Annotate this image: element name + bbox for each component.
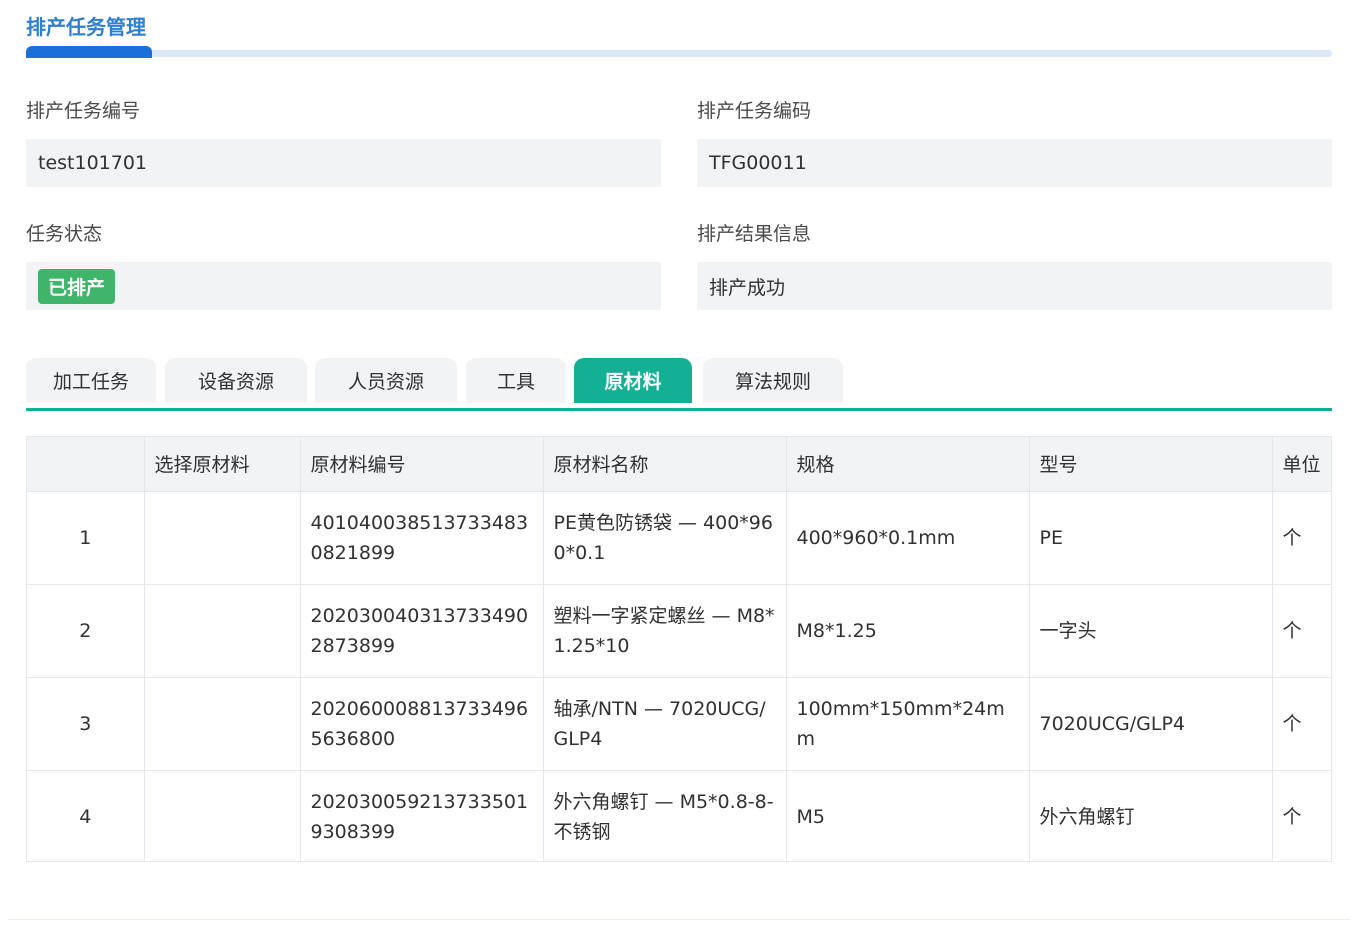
row-unit: 个 xyxy=(1272,677,1331,771)
header-select: 选择原材料 xyxy=(144,437,301,492)
row-name: 轴承/NTN — 7020UCG/GLP4 xyxy=(543,677,787,771)
row-model: 一字头 xyxy=(1029,584,1273,678)
header-underline-active xyxy=(26,46,152,58)
table-row[interactable]: 2 2020300403137334902873899 塑料一字紧定螺丝 — M… xyxy=(27,584,1331,678)
status-badge: 已排产 xyxy=(38,268,116,304)
tab-equipment-resources[interactable]: 设备资源 xyxy=(165,358,307,403)
row-unit: 个 xyxy=(1272,770,1331,861)
tab-processing-tasks[interactable]: 加工任务 xyxy=(26,358,156,403)
page-header: 排产任务管理 xyxy=(26,0,1332,60)
row-name: 塑料一字紧定螺丝 — M8*1.25*10 xyxy=(543,584,787,678)
row-name: PE黄色防锈袋 — 400*960*0.1 xyxy=(543,491,787,585)
tab-personnel-resources[interactable]: 人员资源 xyxy=(315,358,457,403)
result-input[interactable]: 排产成功 xyxy=(697,262,1332,310)
row-spec: 400*960*0.1mm xyxy=(786,491,1030,585)
raw-material-table: 选择原材料 原材料编号 原材料名称 规格 型号 单位 1 40104003851… xyxy=(26,436,1332,862)
tab-algorithm-rules[interactable]: 算法规则 xyxy=(703,358,843,403)
task-no-input[interactable]: test101701 xyxy=(26,139,661,187)
header-code: 原材料编号 xyxy=(300,437,544,492)
row-select-cell[interactable] xyxy=(144,491,301,585)
row-index: 2 xyxy=(27,584,145,678)
footer-divider xyxy=(8,919,1350,920)
tab-bar: 加工任务 设备资源 人员资源 工具 原材料 算法规则 xyxy=(26,356,1332,412)
table-header-row: 选择原材料 原材料编号 原材料名称 规格 型号 单位 xyxy=(27,437,1331,492)
task-code-label: 排产任务编码 xyxy=(697,100,812,122)
row-code: 4010400385137334830821899 xyxy=(300,491,544,585)
row-model: 7020UCG/GLP4 xyxy=(1029,677,1273,771)
result-label: 排产结果信息 xyxy=(697,223,812,245)
header-spec: 规格 xyxy=(786,437,1030,492)
row-code: 2020600088137334965636800 xyxy=(300,677,544,771)
row-unit: 个 xyxy=(1272,584,1331,678)
row-select-cell[interactable] xyxy=(144,677,301,771)
row-model: 外六角螺钉 xyxy=(1029,770,1273,861)
row-name: 外六角螺钉 — M5*0.8-8-不锈钢 xyxy=(543,770,787,861)
row-select-cell[interactable] xyxy=(144,584,301,678)
tab-underline xyxy=(26,408,1332,411)
row-index: 3 xyxy=(27,677,145,771)
task-code-field: 排产任务编码 TFG00011 xyxy=(697,95,1332,187)
status-field: 任务状态 已排产 xyxy=(26,218,661,310)
task-no-value: test101701 xyxy=(38,152,148,174)
status-box: 已排产 xyxy=(26,262,661,310)
task-no-field: 排产任务编号 test101701 xyxy=(26,95,661,187)
row-index: 1 xyxy=(27,491,145,585)
tab-raw-materials[interactable]: 原材料 xyxy=(574,358,692,403)
row-code: 2020300592137335019308399 xyxy=(300,770,544,861)
header-underline xyxy=(26,50,1332,57)
row-unit: 个 xyxy=(1272,491,1331,585)
row-spec: 100mm*150mm*24mm xyxy=(786,677,1030,771)
row-code: 2020300403137334902873899 xyxy=(300,584,544,678)
header-index xyxy=(27,437,145,492)
table-row[interactable]: 3 2020600088137334965636800 轴承/NTN — 702… xyxy=(27,677,1331,771)
header-model: 型号 xyxy=(1029,437,1273,492)
row-spec: M5 xyxy=(786,770,1030,861)
row-index: 4 xyxy=(27,770,145,861)
header-name: 原材料名称 xyxy=(543,437,787,492)
status-label: 任务状态 xyxy=(26,223,103,245)
row-spec: M8*1.25 xyxy=(786,584,1030,678)
result-field: 排产结果信息 排产成功 xyxy=(697,218,1332,310)
page-title: 排产任务管理 xyxy=(26,15,146,39)
result-value: 排产成功 xyxy=(709,276,786,299)
row-model: PE xyxy=(1029,491,1273,585)
task-code-value: TFG00011 xyxy=(709,152,807,174)
table-row[interactable]: 4 2020300592137335019308399 外六角螺钉 — M5*0… xyxy=(27,770,1331,861)
header-unit: 单位 xyxy=(1272,437,1331,492)
row-select-cell[interactable] xyxy=(144,770,301,861)
task-no-label: 排产任务编号 xyxy=(26,100,141,122)
table-row[interactable]: 1 4010400385137334830821899 PE黄色防锈袋 — 40… xyxy=(27,491,1331,585)
tab-tools[interactable]: 工具 xyxy=(466,358,566,403)
task-code-input[interactable]: TFG00011 xyxy=(697,139,1332,187)
